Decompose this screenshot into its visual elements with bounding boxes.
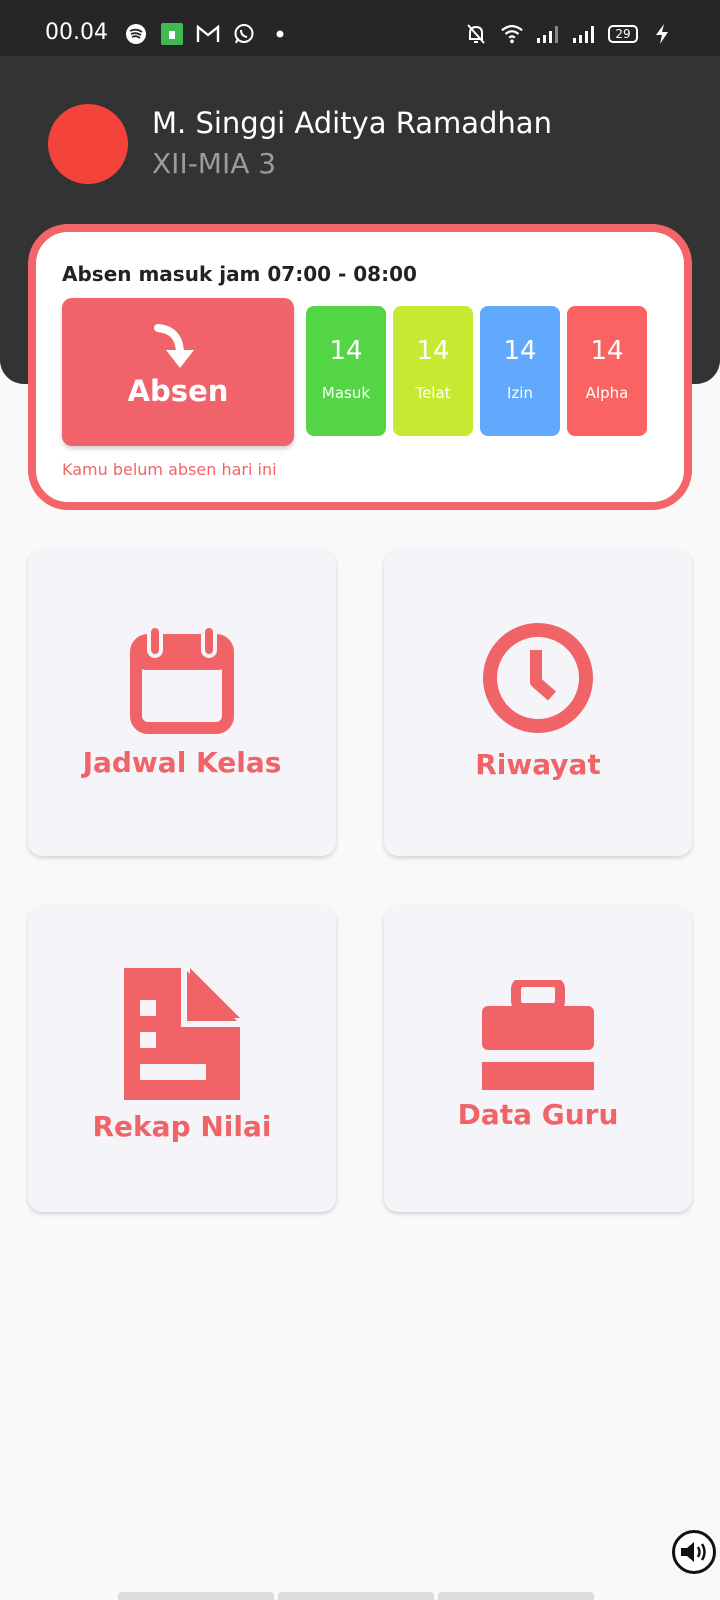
stat-label: Masuk	[321, 384, 371, 402]
attendance-time-title: Absen masuk jam 07:00 - 08:00	[62, 262, 417, 286]
stat-alpha: 14 Alpha	[567, 306, 647, 436]
stat-value: 14	[416, 336, 450, 366]
spotify-icon	[124, 22, 148, 46]
report-icon	[28, 968, 336, 1100]
whatsapp-icon	[232, 22, 256, 46]
signal-icon	[536, 22, 560, 46]
menu-rekap-nilai[interactable]: Rekap Nilai	[28, 906, 336, 1212]
sound-button[interactable]	[672, 1530, 716, 1574]
tile-label: Riwayat	[475, 748, 601, 781]
gmail-icon	[196, 22, 220, 46]
stat-value: 14	[329, 336, 363, 366]
stat-telat: 14 Telat	[393, 306, 473, 436]
wifi-icon	[500, 22, 524, 46]
stat-value: 14	[590, 336, 624, 366]
tile-label: Rekap Nilai	[92, 1110, 272, 1143]
arrow-down-icon	[154, 324, 194, 368]
nav-segment	[278, 1592, 434, 1600]
user-name: M. Singgi Aditya Ramadhan	[152, 106, 552, 140]
stat-label: Izin	[507, 384, 533, 402]
stat-value: 14	[503, 336, 537, 366]
tile-label: Jadwal Kelas	[82, 746, 282, 779]
nav-gesture-bar[interactable]	[118, 1592, 594, 1600]
nav-segment	[118, 1592, 274, 1600]
clock-icon	[384, 622, 692, 734]
tile-label: Data Guru	[457, 1098, 619, 1131]
status-time: 00.04	[45, 20, 108, 45]
attendance-card: Absen masuk jam 07:00 - 08:00 Absen 14 M…	[28, 224, 692, 510]
signal-icon	[572, 22, 596, 46]
bell-off-icon	[464, 22, 488, 46]
absen-button[interactable]: Absen	[62, 298, 294, 446]
speaker-icon	[681, 1542, 706, 1562]
avatar[interactable]	[48, 104, 128, 184]
stat-label: Alpha	[585, 384, 629, 402]
stat-label: Telat	[415, 384, 451, 402]
briefcase-icon	[384, 980, 692, 1092]
menu-riwayat[interactable]: Riwayat	[384, 550, 692, 856]
user-class: XII-MIA 3	[152, 147, 277, 180]
menu-jadwal-kelas[interactable]: Jadwal Kelas	[28, 550, 336, 856]
battery-icon: 29	[608, 25, 638, 43]
dot-icon	[268, 22, 292, 46]
nav-segment	[438, 1592, 594, 1600]
stat-izin: 14 Izin	[480, 306, 560, 436]
absen-button-label: Absen	[127, 374, 229, 408]
charging-icon	[650, 22, 674, 46]
calendar-icon	[28, 624, 336, 734]
app-icon	[160, 22, 184, 46]
stat-masuk: 14 Masuk	[306, 306, 386, 436]
attendance-status-note: Kamu belum absen hari ini	[62, 460, 277, 479]
menu-data-guru[interactable]: Data Guru	[384, 906, 692, 1212]
